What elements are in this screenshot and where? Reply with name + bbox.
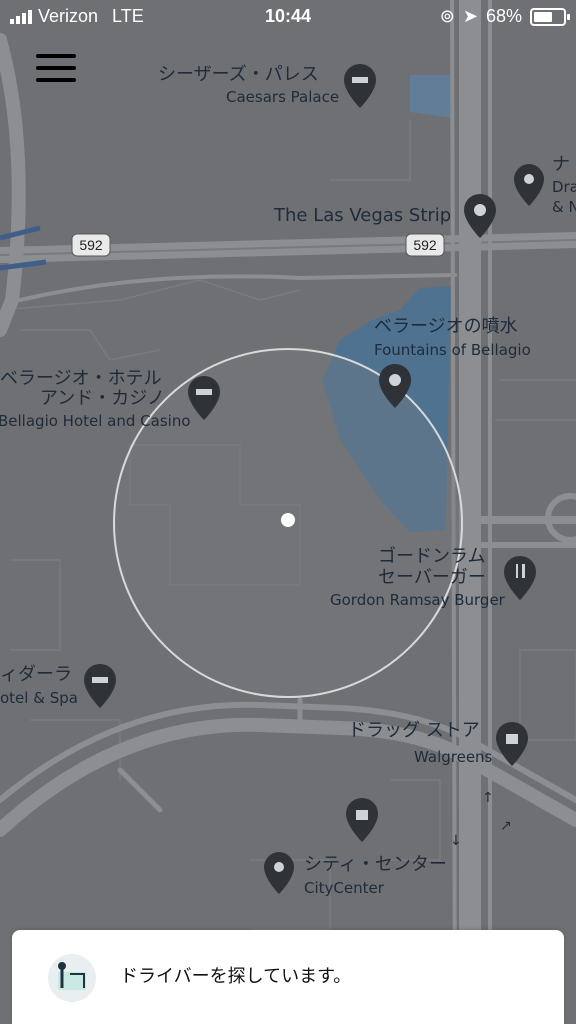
menu-line xyxy=(36,66,76,70)
hamburger-menu-button[interactable] xyxy=(36,54,76,86)
place-label-en: The Las Vegas Strip xyxy=(274,205,452,226)
place-label-en: & N xyxy=(552,198,576,216)
place-label-en: CityCenter xyxy=(304,879,384,897)
place-icon[interactable] xyxy=(264,852,294,898)
place-label-ja: アンド・カジノ xyxy=(40,388,165,409)
place-label-en: Gordon Ramsay Burger xyxy=(330,591,505,609)
svg-text:↑: ↑ xyxy=(482,790,494,806)
searching-driver-sheet[interactable]: ドライバーを探しています。 xyxy=(12,930,564,1024)
route-badge-592-right: 592 xyxy=(405,233,445,257)
restaurant-icon[interactable] xyxy=(504,556,536,604)
place-label-en: Bellagio Hotel and Casino xyxy=(0,412,191,430)
svg-text:592: 592 xyxy=(79,237,103,253)
hotel-icon[interactable] xyxy=(188,376,220,424)
place-label-ja: シーザーズ・パレス xyxy=(158,64,319,85)
place-label-en: Caesars Palace xyxy=(226,88,340,106)
battery-percent: 68% xyxy=(485,6,522,26)
location-dot xyxy=(281,513,295,527)
shopping-icon[interactable] xyxy=(496,722,528,770)
place-label-en: otel & Spa xyxy=(0,689,78,707)
svg-text:592: 592 xyxy=(413,237,437,253)
svg-text:↗: ↗ xyxy=(500,818,512,834)
hotel-icon[interactable] xyxy=(344,64,376,112)
rotation-lock-icon: ⊚ xyxy=(439,6,455,26)
place-label-ja: ベラージオ・ホテル xyxy=(0,368,162,389)
searching-status-text: ドライバーを探しています。 xyxy=(120,966,352,987)
place-label-en: Fountains of Bellagio xyxy=(374,341,531,359)
place-label-en: Dra xyxy=(552,178,576,196)
camera-icon[interactable] xyxy=(379,364,411,412)
driver-search-icon xyxy=(48,954,96,1002)
shopping-icon[interactable] xyxy=(346,798,378,846)
location-arrow-icon: ➤ xyxy=(462,6,478,26)
status-bar: Verizon LTE 10:44 ⊚ ➤ 68% xyxy=(0,0,576,34)
place-label-ja: ドラッグ ストア xyxy=(348,720,480,741)
place-label-ja: ベラージオの噴水 xyxy=(374,316,518,337)
menu-line xyxy=(36,78,76,82)
place-label-ja: セーバーガー xyxy=(378,567,486,588)
place-label-ja: ィダーラ xyxy=(0,664,72,685)
place-label-ja: ナ xyxy=(552,154,570,175)
route-badge-592-left: 592 xyxy=(71,233,111,257)
place-label-ja: シティ・センター xyxy=(304,854,447,875)
menu-line xyxy=(36,54,76,58)
battery-icon xyxy=(530,7,570,26)
place-icon[interactable] xyxy=(514,164,544,210)
place-label-en: Walgreens xyxy=(414,748,493,766)
place-label-ja: ゴードンラム xyxy=(378,546,486,567)
hotel-icon[interactable] xyxy=(84,664,116,712)
camera-icon[interactable] xyxy=(464,194,496,242)
svg-text:↓: ↓ xyxy=(450,833,462,849)
